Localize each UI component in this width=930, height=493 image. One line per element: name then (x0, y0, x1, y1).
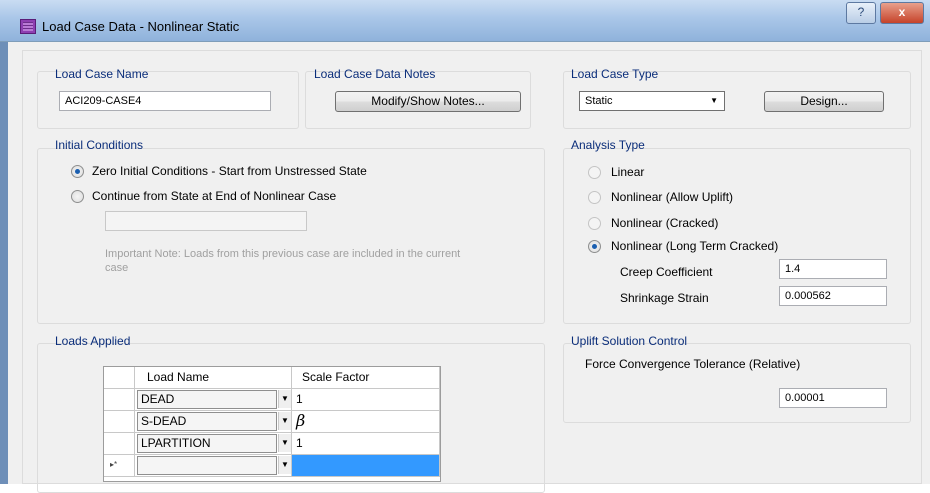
creep-coefficient-label: Creep Coefficient (620, 265, 713, 279)
continue-state-label: Continue from State at End of Nonlinear … (92, 189, 337, 203)
new-row-marker-icon[interactable]: ▸* (104, 455, 135, 477)
creep-coefficient-input[interactable]: 1.4 (779, 259, 887, 279)
load-case-name-input[interactable]: ACI209-CASE4 (59, 91, 271, 111)
modify-show-notes-button[interactable]: Modify/Show Notes... (335, 91, 521, 112)
window-title: Load Case Data - Nonlinear Static (42, 19, 240, 34)
table-row[interactable]: S-DEAD ▼ (135, 411, 292, 433)
important-note-line1: Important Note: Loads from this previous… (105, 248, 461, 260)
loads-applied-title: Loads Applied (55, 334, 131, 348)
analysis-long-term-cracked-label: Nonlinear (Long Term Cracked) (611, 239, 779, 253)
initial-conditions-title: Initial Conditions (55, 138, 144, 152)
nonlinear-case-select[interactable] (105, 211, 307, 231)
load-name-combo[interactable]: DEAD (137, 390, 277, 409)
zero-initial-radio[interactable] (71, 165, 84, 178)
analysis-type-title: Analysis Type (571, 138, 645, 152)
title-bar[interactable]: Load Case Data - Nonlinear Static ? x (0, 0, 930, 42)
row-header[interactable] (104, 433, 135, 455)
load-name-combo[interactable]: LPARTITION (137, 434, 277, 453)
shrinkage-strain-label: Shrinkage Strain (620, 291, 709, 305)
uplift-control-group (563, 343, 911, 423)
window-left-edge (0, 42, 8, 484)
zero-initial-label: Zero Initial Conditions - Start from Uns… (92, 164, 367, 178)
force-convergence-label: Force Convergence Tolerance (Relative) (585, 357, 801, 371)
load-case-type-title: Load Case Type (571, 67, 659, 81)
table-row[interactable]: ▼ (135, 455, 292, 477)
row-header[interactable] (104, 389, 135, 411)
load-name-combo[interactable] (137, 456, 277, 475)
loads-grid[interactable]: Load Name Scale Factor DEAD ▼ 1 S-DEAD ▼… (103, 366, 441, 482)
analysis-allow-uplift-label: Nonlinear (Allow Uplift) (611, 190, 734, 204)
analysis-allow-uplift-radio[interactable] (588, 191, 601, 204)
app-grid-icon (20, 19, 36, 34)
help-icon: ? (857, 5, 865, 19)
grid-header-scale-factor: Scale Factor (292, 367, 440, 389)
design-button[interactable]: Design... (764, 91, 884, 112)
dialog-window: Load Case Data - Nonlinear Static ? x Lo… (0, 0, 930, 493)
grid-corner (104, 367, 135, 389)
dropdown-arrow-icon: ▼ (710, 96, 718, 105)
continue-state-radio[interactable] (71, 190, 84, 203)
grid-header-load-name: Load Name (135, 367, 292, 389)
important-note-line2: case (105, 262, 129, 274)
dropdown-arrow-icon[interactable]: ▼ (278, 434, 291, 452)
scale-factor-cell[interactable]: β (292, 411, 440, 433)
dropdown-arrow-icon[interactable]: ▼ (278, 456, 291, 474)
scale-factor-cell[interactable]: 1 (292, 389, 440, 411)
help-button[interactable]: ? (846, 2, 876, 24)
force-convergence-input[interactable]: 0.00001 (779, 388, 887, 408)
row-header[interactable] (104, 411, 135, 433)
scale-factor-cell-selected[interactable] (292, 455, 440, 477)
close-icon: x (898, 5, 906, 19)
analysis-linear-radio[interactable] (588, 166, 601, 179)
analysis-cracked-label: Nonlinear (Cracked) (611, 216, 719, 230)
close-button[interactable]: x (880, 2, 924, 24)
analysis-long-term-cracked-radio[interactable] (588, 240, 601, 253)
notes-title: Load Case Data Notes (314, 67, 436, 81)
dropdown-arrow-icon[interactable]: ▼ (278, 390, 291, 408)
uplift-control-title: Uplift Solution Control (571, 334, 688, 348)
analysis-cracked-radio[interactable] (588, 217, 601, 230)
table-row[interactable]: DEAD ▼ (135, 389, 292, 411)
scale-factor-cell[interactable]: 1 (292, 433, 440, 455)
analysis-linear-label: Linear (611, 165, 645, 179)
load-name-combo[interactable]: S-DEAD (137, 412, 277, 431)
dropdown-arrow-icon[interactable]: ▼ (278, 412, 291, 430)
load-case-name-title: Load Case Name (55, 67, 149, 81)
load-case-type-value: Static (585, 95, 613, 107)
table-row[interactable]: LPARTITION ▼ (135, 433, 292, 455)
load-case-type-select[interactable]: Static ▼ (579, 91, 725, 111)
shrinkage-strain-input[interactable]: 0.000562 (779, 286, 887, 306)
